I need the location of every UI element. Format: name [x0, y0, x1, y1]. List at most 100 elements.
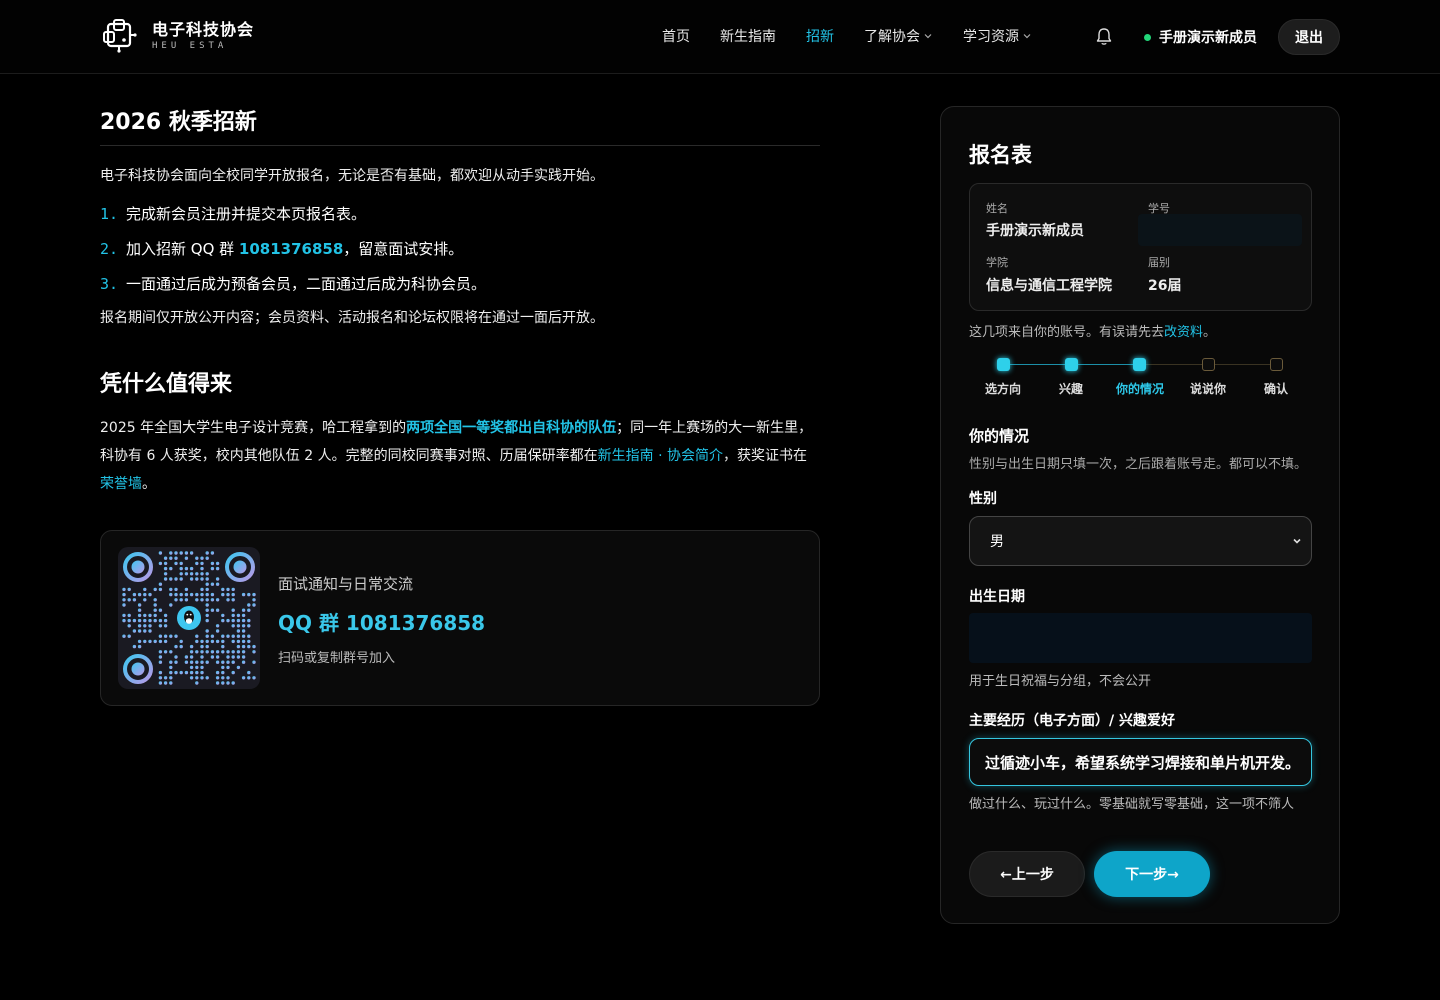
qr-dot — [221, 644, 225, 649]
qr-dot — [195, 572, 199, 576]
nav-home[interactable]: 首页 — [662, 26, 690, 46]
qr-dot — [210, 639, 215, 644]
qr-dot — [236, 629, 241, 633]
qr-dot — [241, 624, 246, 628]
qr-dot — [184, 556, 189, 560]
guide-intro-link[interactable]: 新生指南 · 协会简介 — [598, 448, 723, 464]
qr-dot — [132, 629, 137, 633]
birthdate-input[interactable] — [969, 613, 1312, 663]
qr-dot — [215, 676, 220, 680]
qr-dot — [241, 655, 246, 659]
qr-dot — [236, 650, 241, 654]
qr-dot — [184, 566, 189, 571]
stepper-line — [1003, 364, 1071, 365]
recruit-content: 2026 秋季招新 电子科技协会面向全校同学开放报名，无论是否有基础，都欢迎从动… — [100, 108, 820, 706]
qr-dot — [205, 587, 209, 592]
card-qq-title[interactable]: QQ 群 1081376858 — [278, 607, 485, 636]
qr-dot — [226, 660, 230, 664]
qr-dot — [137, 644, 142, 649]
qr-dot — [231, 624, 235, 628]
nav-about[interactable]: 了解协会 — [864, 26, 933, 46]
qr-dot — [132, 598, 137, 602]
next-step-button[interactable]: 下一步→ — [1094, 851, 1210, 897]
qr-dot — [169, 592, 173, 597]
qr-dot — [231, 650, 235, 654]
previous-step-button[interactable]: ←上一步 — [969, 851, 1085, 897]
qr-dot — [158, 660, 163, 664]
qr-dot — [195, 665, 199, 670]
section-title: 你的情况 — [969, 427, 1030, 445]
nav-freshman-guide[interactable]: 新生指南 — [720, 26, 776, 46]
qr-dot — [247, 624, 251, 628]
qr-dot — [137, 618, 142, 623]
qr-dot — [200, 650, 204, 654]
qr-dot — [127, 618, 131, 623]
step-node-situation[interactable] — [1133, 358, 1146, 371]
step-label-direction: 选方向 — [984, 382, 1021, 396]
qr-dot — [148, 639, 152, 644]
edit-profile-link[interactable]: 改资料 — [1164, 325, 1203, 340]
section-description: 性别与出生日期只填一次，之后跟着账号走。都可以不填。 — [969, 457, 1308, 472]
qr-dot — [195, 660, 199, 664]
qr-dot — [189, 551, 194, 555]
qr-dot — [158, 655, 163, 659]
qr-dot — [236, 613, 241, 618]
qr-dot — [205, 676, 209, 680]
qr-dot — [158, 608, 163, 612]
qr-dot — [189, 644, 194, 649]
step-text-suffix: ，留意面试安排。 — [343, 240, 464, 258]
qr-dot — [205, 650, 209, 654]
honor-wall-link[interactable]: 荣誉墙 — [100, 476, 142, 492]
qr-dot — [205, 556, 209, 560]
qr-dot — [158, 587, 163, 592]
qr-dot — [169, 556, 173, 560]
qr-dot — [236, 655, 241, 659]
step-label-situation: 你的情况 — [1115, 382, 1164, 396]
qr-dot — [184, 660, 189, 664]
qr-dot — [205, 639, 209, 644]
current-user[interactable]: 手册演示新成员 — [1144, 27, 1257, 47]
chip-logo-icon — [103, 19, 137, 53]
stepper-line — [1139, 364, 1207, 365]
qr-dot — [236, 624, 241, 628]
qr-dot — [231, 598, 235, 602]
qq-qr-code[interactable] — [118, 547, 260, 689]
qr-dot — [122, 634, 126, 638]
qr-dot — [189, 577, 194, 581]
account-info-box: 姓名 手册演示新成员 学号 学院 信息与通信工程学院 届别 26届 — [969, 183, 1312, 311]
qr-dot — [226, 650, 230, 654]
qr-dot — [127, 587, 131, 592]
qr-dot — [122, 587, 126, 592]
qr-dot — [205, 629, 209, 633]
qr-dot — [169, 665, 173, 670]
qr-dot — [127, 598, 131, 602]
qr-dot — [247, 639, 251, 644]
qr-dot — [241, 639, 246, 644]
qr-dot — [143, 618, 147, 623]
qr-dot — [215, 624, 220, 628]
qr-dot — [195, 650, 199, 654]
online-status-dot — [1144, 33, 1151, 41]
gender-select[interactable]: 男 — [969, 516, 1312, 566]
experience-input[interactable]: 过循迹小车，希望系统学习焊接和单片机开发。 — [969, 738, 1312, 786]
qr-dot — [158, 582, 163, 586]
nav-resources[interactable]: 学习资源 — [963, 26, 1032, 46]
qr-dot — [179, 551, 183, 555]
qr-dot — [231, 618, 235, 623]
qr-dot — [127, 624, 131, 628]
qr-dot — [200, 572, 204, 576]
notification-bell-icon[interactable] — [1095, 27, 1113, 47]
account-note: 这几项来自你的账号。有误请先去改资料。 — [969, 321, 1216, 340]
qr-dot — [137, 639, 142, 644]
qq-group-number[interactable]: 1081376858 — [239, 240, 343, 258]
step-node-interest[interactable] — [1065, 358, 1078, 371]
brand-logo[interactable]: 电子科技协会 HEU ESTA — [100, 16, 254, 54]
award-link[interactable]: 两项全国一等奖都出自科协的队伍 — [406, 420, 616, 436]
qr-dot — [158, 634, 163, 638]
qq-group-card: 面试通知与日常交流 QQ 群 1081376858 扫码或复制群号加入 — [100, 530, 820, 706]
qr-dot — [252, 650, 256, 654]
nav-recruit[interactable]: 招新 — [806, 26, 834, 46]
step-node-direction[interactable] — [997, 358, 1010, 371]
logout-button[interactable]: 退出 — [1278, 19, 1340, 55]
qr-dot — [153, 613, 157, 618]
